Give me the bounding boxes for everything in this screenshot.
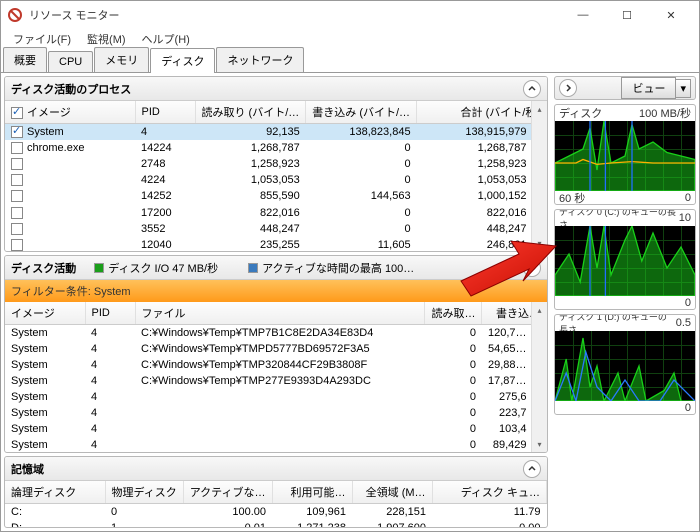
storage-grid[interactable]: 論理ディスク 物理ディスク アクティブな… 利用可能… 全領域 (M… ディスク…	[5, 481, 547, 527]
view-button[interactable]: ビュー	[621, 77, 676, 99]
disk-processes-panel: ディスク活動のプロセス イメージ PID 読み取り (バイト/… 書き込み (バ…	[4, 76, 548, 252]
close-button[interactable]: ✕	[649, 1, 693, 29]
row-checkbox[interactable]	[11, 158, 23, 170]
header-checkbox[interactable]	[11, 107, 23, 119]
tab-bar: 概要 CPU メモリ ディスク ネットワーク	[1, 49, 699, 73]
row-checkbox[interactable]	[11, 207, 23, 219]
table-row[interactable]: System4C:¥Windows¥Temp¥TMP7B1C8E2DA34E83…	[5, 325, 547, 342]
panel-title: ディスク活動のプロセス	[11, 81, 131, 97]
minimize-button[interactable]: —	[561, 1, 605, 29]
table-row[interactable]: System40103,4	[5, 421, 547, 437]
table-row[interactable]: 14252855,590144,5631,000,152	[5, 188, 547, 204]
table-row[interactable]: System4C:¥Windows¥Temp¥TMPD5777BD69572F3…	[5, 341, 547, 357]
tab-network[interactable]: ネットワーク	[216, 47, 304, 72]
chart-queue-c: ディスク 0 (C:) のキューの長さ10 0	[554, 209, 696, 310]
scrollbar[interactable]: ▴▾	[531, 302, 547, 452]
collapse-button[interactable]	[523, 259, 541, 277]
collapse-button[interactable]	[523, 460, 541, 478]
chart-disk: ディスク100 MB/秒 60 秒0	[554, 104, 696, 205]
row-checkbox[interactable]	[11, 126, 23, 138]
table-row[interactable]: 42241,053,05301,053,053	[5, 172, 547, 188]
table-row[interactable]: System4089,429	[5, 437, 547, 452]
panel-title: ディスク活動	[11, 260, 76, 276]
row-checkbox[interactable]	[11, 239, 23, 251]
app-icon	[7, 7, 23, 23]
window-title: リソース モニター	[29, 7, 561, 23]
row-checkbox[interactable]	[11, 142, 23, 154]
view-dropdown[interactable]: ▾	[676, 79, 691, 98]
menu-help[interactable]: ヘルプ(H)	[134, 29, 198, 49]
table-row[interactable]: C:0100.00109,961228,15111.79	[5, 504, 547, 521]
table-row[interactable]: System4C:¥Windows¥Temp¥TMP320844CF29B380…	[5, 357, 547, 373]
storage-panel: 記憶域 論理ディスク 物理ディスク アクティブな… 利用可能… 全領域 (M… …	[4, 456, 548, 528]
activity-grid[interactable]: イメージ PID ファイル 読み取… 書き込… System4C:¥Window…	[5, 302, 547, 452]
tab-cpu[interactable]: CPU	[48, 51, 93, 72]
collapse-charts-button[interactable]	[559, 79, 577, 97]
table-row[interactable]: 12040235,25511,605246,861	[5, 237, 547, 251]
filter-bar[interactable]: フィルター条件: System	[5, 280, 547, 302]
tab-memory[interactable]: メモリ	[94, 47, 149, 72]
scrollbar[interactable]: ▴▾	[531, 101, 547, 251]
table-row[interactable]: System492,135138,823,845138,915,979	[5, 124, 547, 141]
table-row[interactable]: System40223,7	[5, 405, 547, 421]
menu-bar: ファイル(F) 監視(M) ヘルプ(H)	[1, 29, 699, 49]
row-checkbox[interactable]	[11, 223, 23, 235]
table-row[interactable]: System40275,6	[5, 389, 547, 405]
tab-disk[interactable]: ディスク	[150, 48, 215, 73]
maximize-button[interactable]: ☐	[605, 1, 649, 29]
menu-file[interactable]: ファイル(F)	[5, 29, 79, 49]
row-checkbox[interactable]	[11, 190, 23, 202]
charts-header: ビュー ▾	[554, 76, 696, 100]
row-checkbox[interactable]	[11, 174, 23, 186]
title-bar: リソース モニター — ☐ ✕	[1, 1, 699, 29]
table-row[interactable]: 17200822,0160822,016	[5, 204, 547, 220]
processes-grid[interactable]: イメージ PID 読み取り (バイト/… 書き込み (バイト/… 合計 (バイト…	[5, 101, 547, 251]
table-row[interactable]: 27481,258,92301,258,923	[5, 156, 547, 172]
table-row[interactable]: D:10.011,271,2381,907,6000.00	[5, 520, 547, 527]
collapse-button[interactable]	[523, 80, 541, 98]
table-row[interactable]: System4C:¥Windows¥Temp¥TMP277E9393D4A293…	[5, 373, 547, 389]
panel-title: 記憶域	[11, 461, 44, 477]
disk-activity-panel: ディスク活動 ディスク I/O 47 MB/秒 アクティブな時間の最高 100……	[4, 255, 548, 453]
table-row[interactable]: chrome.exe142241,268,78701,268,787	[5, 140, 547, 156]
menu-monitor[interactable]: 監視(M)	[79, 29, 134, 49]
chart-queue-d: ディスク 1 (D:) のキューの長さ0.5 0	[554, 314, 696, 415]
tab-overview[interactable]: 概要	[3, 47, 47, 72]
table-row[interactable]: 3552448,2470448,247	[5, 221, 547, 237]
